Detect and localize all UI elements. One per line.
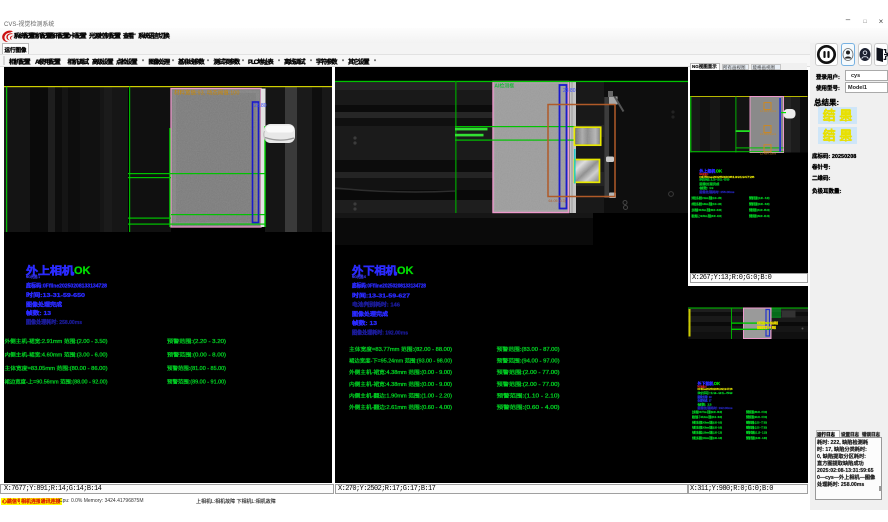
svg-text:预警范围:(81.00 - 85.00): 预警范围:(81.00 - 85.00) bbox=[167, 364, 226, 372]
svg-text:内侧主机-翻边:1.90mm 范围:(1.00 - 2.20: 内侧主机-翻边:1.90mm 范围:(1.00 - 2.20) bbox=[692, 429, 722, 434]
svg-text:23.80: 23.80 bbox=[254, 103, 267, 109]
svg-text:内侧主机-裙宽:4.60mm 范围:(3.00 - 6.00: 内侧主机-裙宽:4.60mm 范围:(3.00 - 6.00) bbox=[5, 351, 108, 359]
svg-text:主体宽度=83.05mm 范围:(80.00 - 86.00: 主体宽度=83.05mm 范围:(80.00 - 86.00) bbox=[5, 364, 108, 372]
svg-text:裙边宽度-下=95.24mm 范围:(93.00 - 98.: 裙边宽度-下=95.24mm 范围:(93.00 - 98.00) bbox=[349, 357, 452, 365]
svg-text:预警范围:(2.00 - 77.00): 预警范围:(2.00 - 77.00) bbox=[497, 368, 560, 376]
svg-text:外侧主机-翻边:2.61mm 范围:(0.60 - 4.00: 外侧主机-翻边:2.61mm 范围:(0.60 - 4.00) bbox=[692, 434, 722, 439]
svg-text:预警范围:(0.00 - 8.00): 预警范围:(0.00 - 8.00) bbox=[749, 201, 770, 206]
svg-text:12.48(4.3)mm: 12.48(4.3)mm bbox=[760, 109, 776, 113]
svg-text:预警范围:(2.20 - 3.20): 预警范围:(2.20 - 3.20) bbox=[167, 337, 226, 345]
svg-text:时间:13-31-59-627: 时间:13-31-59-627 bbox=[352, 291, 410, 299]
svg-text:主体宽度=83.77mm 范围:(82.00 - 88.00: 主体宽度=83.77mm 范围:(82.00 - 88.00) bbox=[349, 345, 452, 353]
svg-text:主体宽度=83.05mm 范围:(80.00 - 86.00: 主体宽度=83.05mm 范围:(80.00 - 86.00) bbox=[692, 207, 722, 212]
svg-text:预警范围:(83.00 - 87.00): 预警范围:(83.00 - 87.00) bbox=[497, 345, 560, 353]
svg-text:电池判别耗时: 146: 电池判别耗时: 146 bbox=[352, 301, 400, 309]
svg-text:图像处理耗时: 258.00ms: 图像处理耗时: 258.00ms bbox=[699, 190, 735, 194]
svg-text:12.48(4.3)mm: 12.48(4.3)mm bbox=[760, 151, 776, 155]
svg-text:64.05 (0.3): 64.05 (0.3) bbox=[549, 199, 566, 203]
svg-text:主体宽度=83.77mm 范围:(82.00 - 88.00: 主体宽度=83.77mm 范围:(82.00 - 88.00) bbox=[692, 408, 722, 413]
svg-text:预警范围:(2.00 - 77.00): 预警范围:(2.00 - 77.00) bbox=[497, 380, 560, 388]
svg-text:预警范围:(89.00 - 91.00): 预警范围:(89.00 - 91.00) bbox=[749, 213, 770, 218]
svg-text:预警范围:(1.10 - 2.10): 预警范围:(1.10 - 2.10) bbox=[497, 391, 560, 399]
svg-text:图像处理耗时: 192.00ms: 图像处理耗时: 192.00ms bbox=[352, 328, 408, 336]
svg-text:时间:13-31-59: 时间:13-31-59 bbox=[699, 178, 730, 182]
svg-text:粗糙面宽度:100 阈值: 粗糙面宽度:100 阈值 bbox=[757, 324, 776, 329]
svg-text:12.48(4.3)mm: 12.48(4.3)mm bbox=[760, 132, 776, 136]
svg-text:OK: OK bbox=[74, 265, 91, 277]
svg-text:NG光批:1: NG光批:1 bbox=[26, 273, 41, 279]
svg-text:裙边宽度-下=95.24mm 范围:(93.00 - 98.: 裙边宽度-下=95.24mm 范围:(93.00 - 98.00) bbox=[692, 414, 722, 419]
svg-text:OK: OK bbox=[397, 265, 414, 277]
svg-text:AI检测框: AI检测框 bbox=[495, 83, 515, 90]
svg-text:预警范围:(81.00 - 85.00): 预警范围:(81.00 - 85.00) bbox=[749, 207, 770, 212]
svg-text:预警范围:(94.00 - 97.00): 预警范围:(94.00 - 97.00) bbox=[497, 357, 560, 365]
svg-text:预警范围:(83.00 - 87.00): 预警范围:(83.00 - 87.00) bbox=[746, 408, 767, 413]
svg-text:底标码:0Ffline20250208133134728: 底标码:0Ffline20250208133134728 bbox=[26, 282, 107, 290]
svg-text:预警范围:(0.00 - 8.00): 预警范围:(0.00 - 8.00) bbox=[167, 351, 226, 359]
svg-text:预警范围:(89.00 - 91.00): 预警范围:(89.00 - 91.00) bbox=[167, 378, 226, 386]
svg-text:预警范围:(1.10 - 2.10): 预警范围:(1.10 - 2.10) bbox=[746, 429, 767, 434]
svg-text:内侧主机-裙宽:4.38mm 范围:(0.00 - 9.00: 内侧主机-裙宽:4.38mm 范围:(0.00 - 9.00) bbox=[349, 380, 452, 388]
svg-text:外侧主机-裙宽:4.38mm 范围:(0.00 - 9.00: 外侧主机-裙宽:4.38mm 范围:(0.00 - 9.00) bbox=[349, 368, 452, 376]
svg-text:23.80: 23.80 bbox=[563, 88, 576, 94]
svg-text:图像处理完成: 图像处理完成 bbox=[26, 300, 63, 308]
svg-text:外侧主机-裙宽:4.38mm 范围:(0.00 - 9.00: 外侧主机-裙宽:4.38mm 范围:(0.00 - 9.00) bbox=[692, 419, 722, 424]
svg-text:OK: OK bbox=[713, 381, 719, 386]
svg-text:内侧主机-裙宽:4.38mm 范围:(0.00 - 9.00: 内侧主机-裙宽:4.38mm 范围:(0.00 - 9.00) bbox=[692, 424, 722, 429]
svg-text:外侧主机-裙宽:2.91mm 范围:(2.00 - 3.50: 外侧主机-裙宽:2.91mm 范围:(2.00 - 3.50) bbox=[692, 195, 722, 200]
svg-text:OK: OK bbox=[716, 168, 722, 173]
svg-text:材料宽值:93, 动态阈值:100: 材料宽值:93, 动态阈值:100 bbox=[174, 89, 239, 97]
svg-text:预警范围:(94.00 - 97.00): 预警范围:(94.00 - 97.00) bbox=[746, 414, 767, 419]
svg-text:预警范围:(0.60 - 4.00): 预警范围:(0.60 - 4.00) bbox=[497, 403, 560, 411]
svg-text:预警范围:(2.00 - 77.00): 预警范围:(2.00 - 77.00) bbox=[746, 424, 767, 429]
svg-text:预警范围:(2.00 - 77.00): 预警范围:(2.00 - 77.00) bbox=[746, 419, 767, 424]
svg-text:预警范围:(0.60 - 4.00): 预警范围:(0.60 - 4.00) bbox=[746, 434, 767, 439]
svg-text:外侧主机-翻边:2.61mm 范围:(0.60 - 4.00: 外侧主机-翻边:2.61mm 范围:(0.60 - 4.00) bbox=[349, 403, 452, 411]
svg-text:帧数: 13: 帧数: 13 bbox=[352, 319, 377, 327]
svg-text:图像处理完成: 图像处理完成 bbox=[352, 310, 389, 318]
svg-text:底标码:0Ffline20250208133134728: 底标码:0Ffline20250208133134728 bbox=[352, 282, 426, 290]
svg-text:裙边宽度-上=90.56mm 范围:(88.00 - 92.: 裙边宽度-上=90.56mm 范围:(88.00 - 92.00) bbox=[5, 378, 108, 386]
svg-text:内侧主机-翻边:1.90mm 范围:(1.00 - 2.20: 内侧主机-翻边:1.90mm 范围:(1.00 - 2.20) bbox=[349, 391, 452, 399]
svg-text:时间:13-31-59-650: 时间:13-31-59-650 bbox=[26, 291, 85, 299]
svg-text:内侧主机-裙宽:4.60mm 范围:(3.00 - 6.00: 内侧主机-裙宽:4.60mm 范围:(3.00 - 6.00) bbox=[692, 201, 722, 206]
svg-text:图像处理耗时: 258.00ms: 图像处理耗时: 258.00ms bbox=[26, 318, 82, 326]
svg-text:外侧主机-裙宽:2.91mm 范围:(2.00 - 3.50: 外侧主机-裙宽:2.91mm 范围:(2.00 - 3.50) bbox=[5, 337, 108, 345]
svg-text:预警范围:(2.20 - 3.20): 预警范围:(2.20 - 3.20) bbox=[749, 195, 770, 200]
svg-text:NG光批:0: NG光批:0 bbox=[352, 273, 367, 279]
svg-text:裙边宽度-上=90.56mm 范围:(88.00 - 92.: 裙边宽度-上=90.56mm 范围:(88.00 - 92.00) bbox=[692, 213, 722, 218]
svg-text:帧数: 13: 帧数: 13 bbox=[26, 309, 51, 317]
